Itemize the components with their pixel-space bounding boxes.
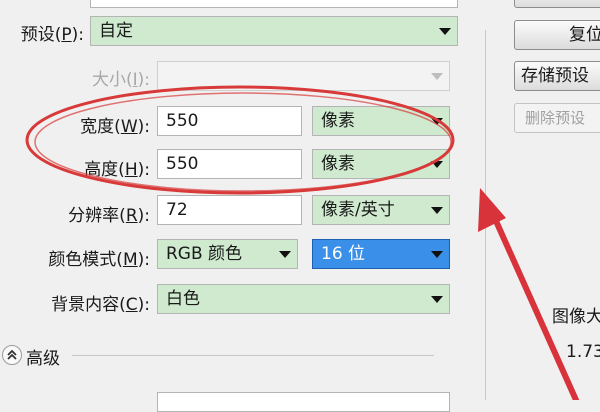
divider (485, 30, 486, 400)
bit-depth-value: 16 位 (321, 244, 366, 264)
advanced-toggle-button[interactable] (2, 345, 22, 365)
size-select (157, 61, 450, 91)
chevron-down-icon (431, 251, 443, 258)
chevron-down-icon (431, 296, 443, 303)
resolution-unit-value: 像素/英寸 (321, 200, 395, 220)
chevron-down-icon (431, 207, 443, 214)
save-preset-label: 存储预设 (521, 66, 589, 86)
save-preset-button[interactable]: 存储预设 (514, 61, 600, 91)
height-unit-select[interactable]: 像素 (312, 149, 450, 179)
width-label: 宽度(W): (80, 117, 150, 137)
advanced-label: 高级 (26, 349, 60, 369)
width-unit-value: 像素 (321, 111, 355, 131)
chevron-down-icon (431, 73, 443, 80)
size-label: 大小(I): (91, 70, 150, 90)
reset-button[interactable]: 复位 (514, 20, 600, 50)
image-size-label: 图像大 (552, 307, 600, 327)
delete-preset-label: 删除预设 (525, 109, 586, 127)
resolution-value: 72 (166, 200, 188, 220)
chevron-down-icon (439, 28, 451, 35)
background-value: 白色 (166, 289, 200, 309)
height-value: 550 (166, 154, 199, 174)
delete-preset-button[interactable]: 删除预设 (514, 103, 600, 133)
height-input[interactable]: 550 (157, 149, 302, 179)
preset-label: 预设(P): (20, 25, 84, 45)
height-label: 高度(H): (84, 160, 150, 180)
chevron-down-icon (279, 251, 291, 258)
double-chevron-up-icon (7, 349, 17, 360)
width-input[interactable]: 550 (157, 106, 302, 136)
resolution-label: 分辨率(R): (68, 206, 150, 226)
chevron-down-icon (431, 118, 443, 125)
image-size-value: 1.73 (566, 342, 600, 362)
color-mode-label: 颜色模式(M): (48, 250, 150, 270)
reset-button-label: 复位 (569, 25, 600, 45)
advanced-field[interactable] (157, 392, 450, 412)
height-unit-value: 像素 (321, 154, 355, 174)
ok-button[interactable] (514, 0, 600, 8)
preset-value: 自定 (99, 21, 133, 41)
background-select[interactable]: 白色 (157, 284, 450, 314)
advanced-divider (72, 355, 434, 356)
preset-select[interactable]: 自定 (90, 16, 458, 46)
background-label: 背景内容(C): (51, 295, 150, 315)
color-mode-value: RGB 颜色 (166, 244, 243, 264)
color-mode-select[interactable]: RGB 颜色 (157, 239, 298, 269)
width-value: 550 (166, 111, 199, 131)
width-unit-select[interactable]: 像素 (312, 106, 450, 136)
resolution-input[interactable]: 72 (157, 195, 302, 225)
resolution-unit-select[interactable]: 像素/英寸 (312, 195, 450, 225)
annotation-arrow-head (478, 188, 506, 232)
name-field[interactable] (90, 0, 458, 8)
chevron-down-icon (431, 161, 443, 168)
bit-depth-select[interactable]: 16 位 (312, 239, 450, 269)
